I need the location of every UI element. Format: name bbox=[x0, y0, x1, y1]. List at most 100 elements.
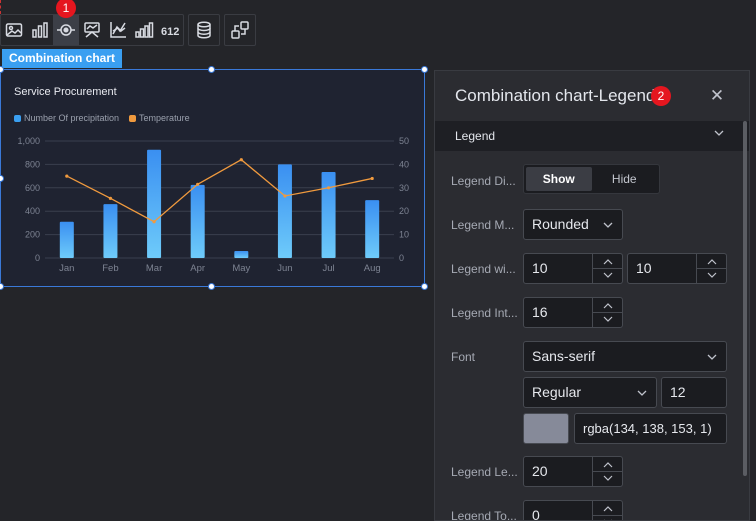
resize-handle[interactable] bbox=[208, 66, 215, 73]
combination-chart-icon[interactable] bbox=[53, 15, 79, 45]
chevron-up-icon[interactable] bbox=[697, 254, 726, 268]
bar bbox=[103, 204, 118, 258]
ascending-bar-icon[interactable] bbox=[131, 15, 157, 45]
y-left-tick-label: 200 bbox=[25, 230, 40, 240]
bar bbox=[234, 250, 249, 258]
bar bbox=[147, 149, 162, 258]
combination-chart[interactable]: Service Procurement Number Of precipitat… bbox=[0, 69, 425, 287]
y-left-tick-label: 800 bbox=[25, 159, 40, 169]
hide-option[interactable]: Hide bbox=[592, 167, 658, 191]
panel-header: Combination chart-Legend 2 ✕ bbox=[435, 71, 749, 121]
resize-handle[interactable] bbox=[421, 283, 428, 290]
data-group bbox=[188, 14, 220, 46]
legend-interval-stepper[interactable]: 16 bbox=[523, 297, 623, 328]
close-icon[interactable]: ✕ bbox=[709, 87, 725, 104]
chevron-up-icon[interactable] bbox=[593, 457, 622, 471]
resize-handle[interactable] bbox=[208, 283, 215, 290]
stepper-arrows bbox=[592, 254, 622, 283]
line-point bbox=[370, 176, 374, 181]
bar bbox=[321, 172, 336, 258]
y-right-tick-label: 20 bbox=[399, 206, 409, 216]
line-point bbox=[152, 220, 156, 224]
legend-interval-label: Legend Int... bbox=[451, 306, 518, 320]
font-color-swatch[interactable] bbox=[523, 413, 569, 444]
select-value: Rounded bbox=[532, 216, 589, 232]
chevron-up-icon[interactable] bbox=[593, 501, 622, 515]
select-value: Sans-serif bbox=[532, 348, 596, 364]
chart-plot: 0 200 400 600 800 1,000 0 10 20 30 40 50 Jan Feb Mar Ap… bbox=[17, 136, 409, 274]
canvas-edge-marker bbox=[0, 0, 3, 14]
panel-scrollbar[interactable] bbox=[743, 121, 747, 476]
legend-display-toggle: Show Hide bbox=[523, 164, 660, 194]
bar bbox=[365, 200, 380, 258]
x-tick-label: Aug bbox=[364, 263, 381, 274]
line-point bbox=[326, 186, 331, 190]
chart-type-group: 612 bbox=[0, 14, 184, 46]
step-badge-2: 2 bbox=[651, 86, 671, 106]
line-point bbox=[283, 194, 287, 198]
bar bbox=[59, 221, 74, 258]
chevron-down-icon[interactable] bbox=[593, 312, 622, 326]
legend-height-stepper[interactable]: 10 bbox=[627, 253, 727, 284]
font-label: Font bbox=[451, 350, 476, 364]
select-value: Regular bbox=[532, 384, 582, 400]
x-tick-label: Apr bbox=[190, 263, 205, 274]
chart-type-tag: Combination chart bbox=[2, 49, 123, 68]
legend-width-stepper[interactable]: 10 bbox=[523, 253, 623, 284]
toolbar: 612 bbox=[0, 14, 260, 46]
font-size-input[interactable]: 12 bbox=[661, 377, 727, 408]
line-point bbox=[239, 158, 243, 162]
stepper-arrows bbox=[592, 457, 622, 486]
legend-marker-label: Legend M... bbox=[451, 218, 515, 232]
chevron-down-icon bbox=[603, 222, 613, 228]
y-right-tick-label: 50 bbox=[399, 136, 409, 146]
line-point bbox=[108, 196, 113, 200]
bar bbox=[190, 184, 205, 258]
font-family-select[interactable]: Sans-serif bbox=[523, 341, 727, 372]
legend-width-label: Legend wi... bbox=[451, 262, 516, 276]
y-left-tick-label: 400 bbox=[25, 206, 40, 216]
chevron-down-icon bbox=[707, 354, 717, 360]
line-point bbox=[196, 182, 200, 186]
bar-chart-icon[interactable] bbox=[27, 15, 53, 45]
chevron-down-icon[interactable] bbox=[593, 471, 622, 485]
number-icon[interactable]: 612 bbox=[157, 15, 183, 45]
chevron-down-icon bbox=[714, 130, 724, 136]
legend-section-header[interactable]: Legend bbox=[435, 121, 749, 151]
chevron-down-icon[interactable] bbox=[697, 268, 726, 282]
chevron-up-icon[interactable] bbox=[593, 254, 622, 268]
axis-chart-icon[interactable] bbox=[105, 15, 131, 45]
legend-marker-select[interactable]: Rounded bbox=[523, 209, 623, 240]
resize-handle[interactable] bbox=[421, 66, 428, 73]
stepper-arrows bbox=[696, 254, 726, 283]
image-icon[interactable] bbox=[1, 15, 27, 45]
y-right-tick-label: 40 bbox=[399, 159, 409, 169]
legend-top-stepper[interactable]: 0 bbox=[523, 500, 623, 521]
x-tick-label: Jan bbox=[59, 263, 74, 274]
y-right-tick-label: 0 bbox=[399, 253, 404, 263]
x-tick-label: Jun bbox=[277, 263, 292, 274]
legend-left-stepper[interactable]: 20 bbox=[523, 456, 623, 487]
y-right-tick-label: 30 bbox=[399, 183, 409, 193]
interaction-icon[interactable] bbox=[225, 15, 255, 45]
y-left-tick-label: 600 bbox=[25, 183, 40, 193]
chevron-down-icon[interactable] bbox=[593, 268, 622, 282]
stepper-arrows bbox=[592, 298, 622, 327]
chevron-down-icon[interactable] bbox=[593, 515, 622, 520]
bar bbox=[277, 164, 292, 258]
stepper-arrows bbox=[592, 501, 622, 520]
font-weight-select[interactable]: Regular bbox=[523, 377, 657, 408]
legend-top-label: Legend To... bbox=[451, 509, 517, 521]
stepper-value: 20 bbox=[532, 463, 548, 479]
show-option[interactable]: Show bbox=[526, 167, 592, 191]
screen-icon[interactable] bbox=[79, 15, 105, 45]
stepper-value: 0 bbox=[532, 507, 540, 521]
chevron-up-icon[interactable] bbox=[593, 298, 622, 312]
database-icon[interactable] bbox=[189, 15, 219, 45]
stepper-value: 10 bbox=[532, 260, 548, 276]
resize-handle[interactable] bbox=[0, 283, 4, 290]
font-color-input[interactable]: rgba(134, 138, 153, 1) bbox=[574, 413, 727, 444]
y-left-tick-label: 0 bbox=[35, 253, 40, 263]
legend-settings-panel: Combination chart-Legend 2 ✕ Legend Lege… bbox=[434, 70, 750, 521]
legend-display-label: Legend Di... bbox=[451, 174, 516, 188]
